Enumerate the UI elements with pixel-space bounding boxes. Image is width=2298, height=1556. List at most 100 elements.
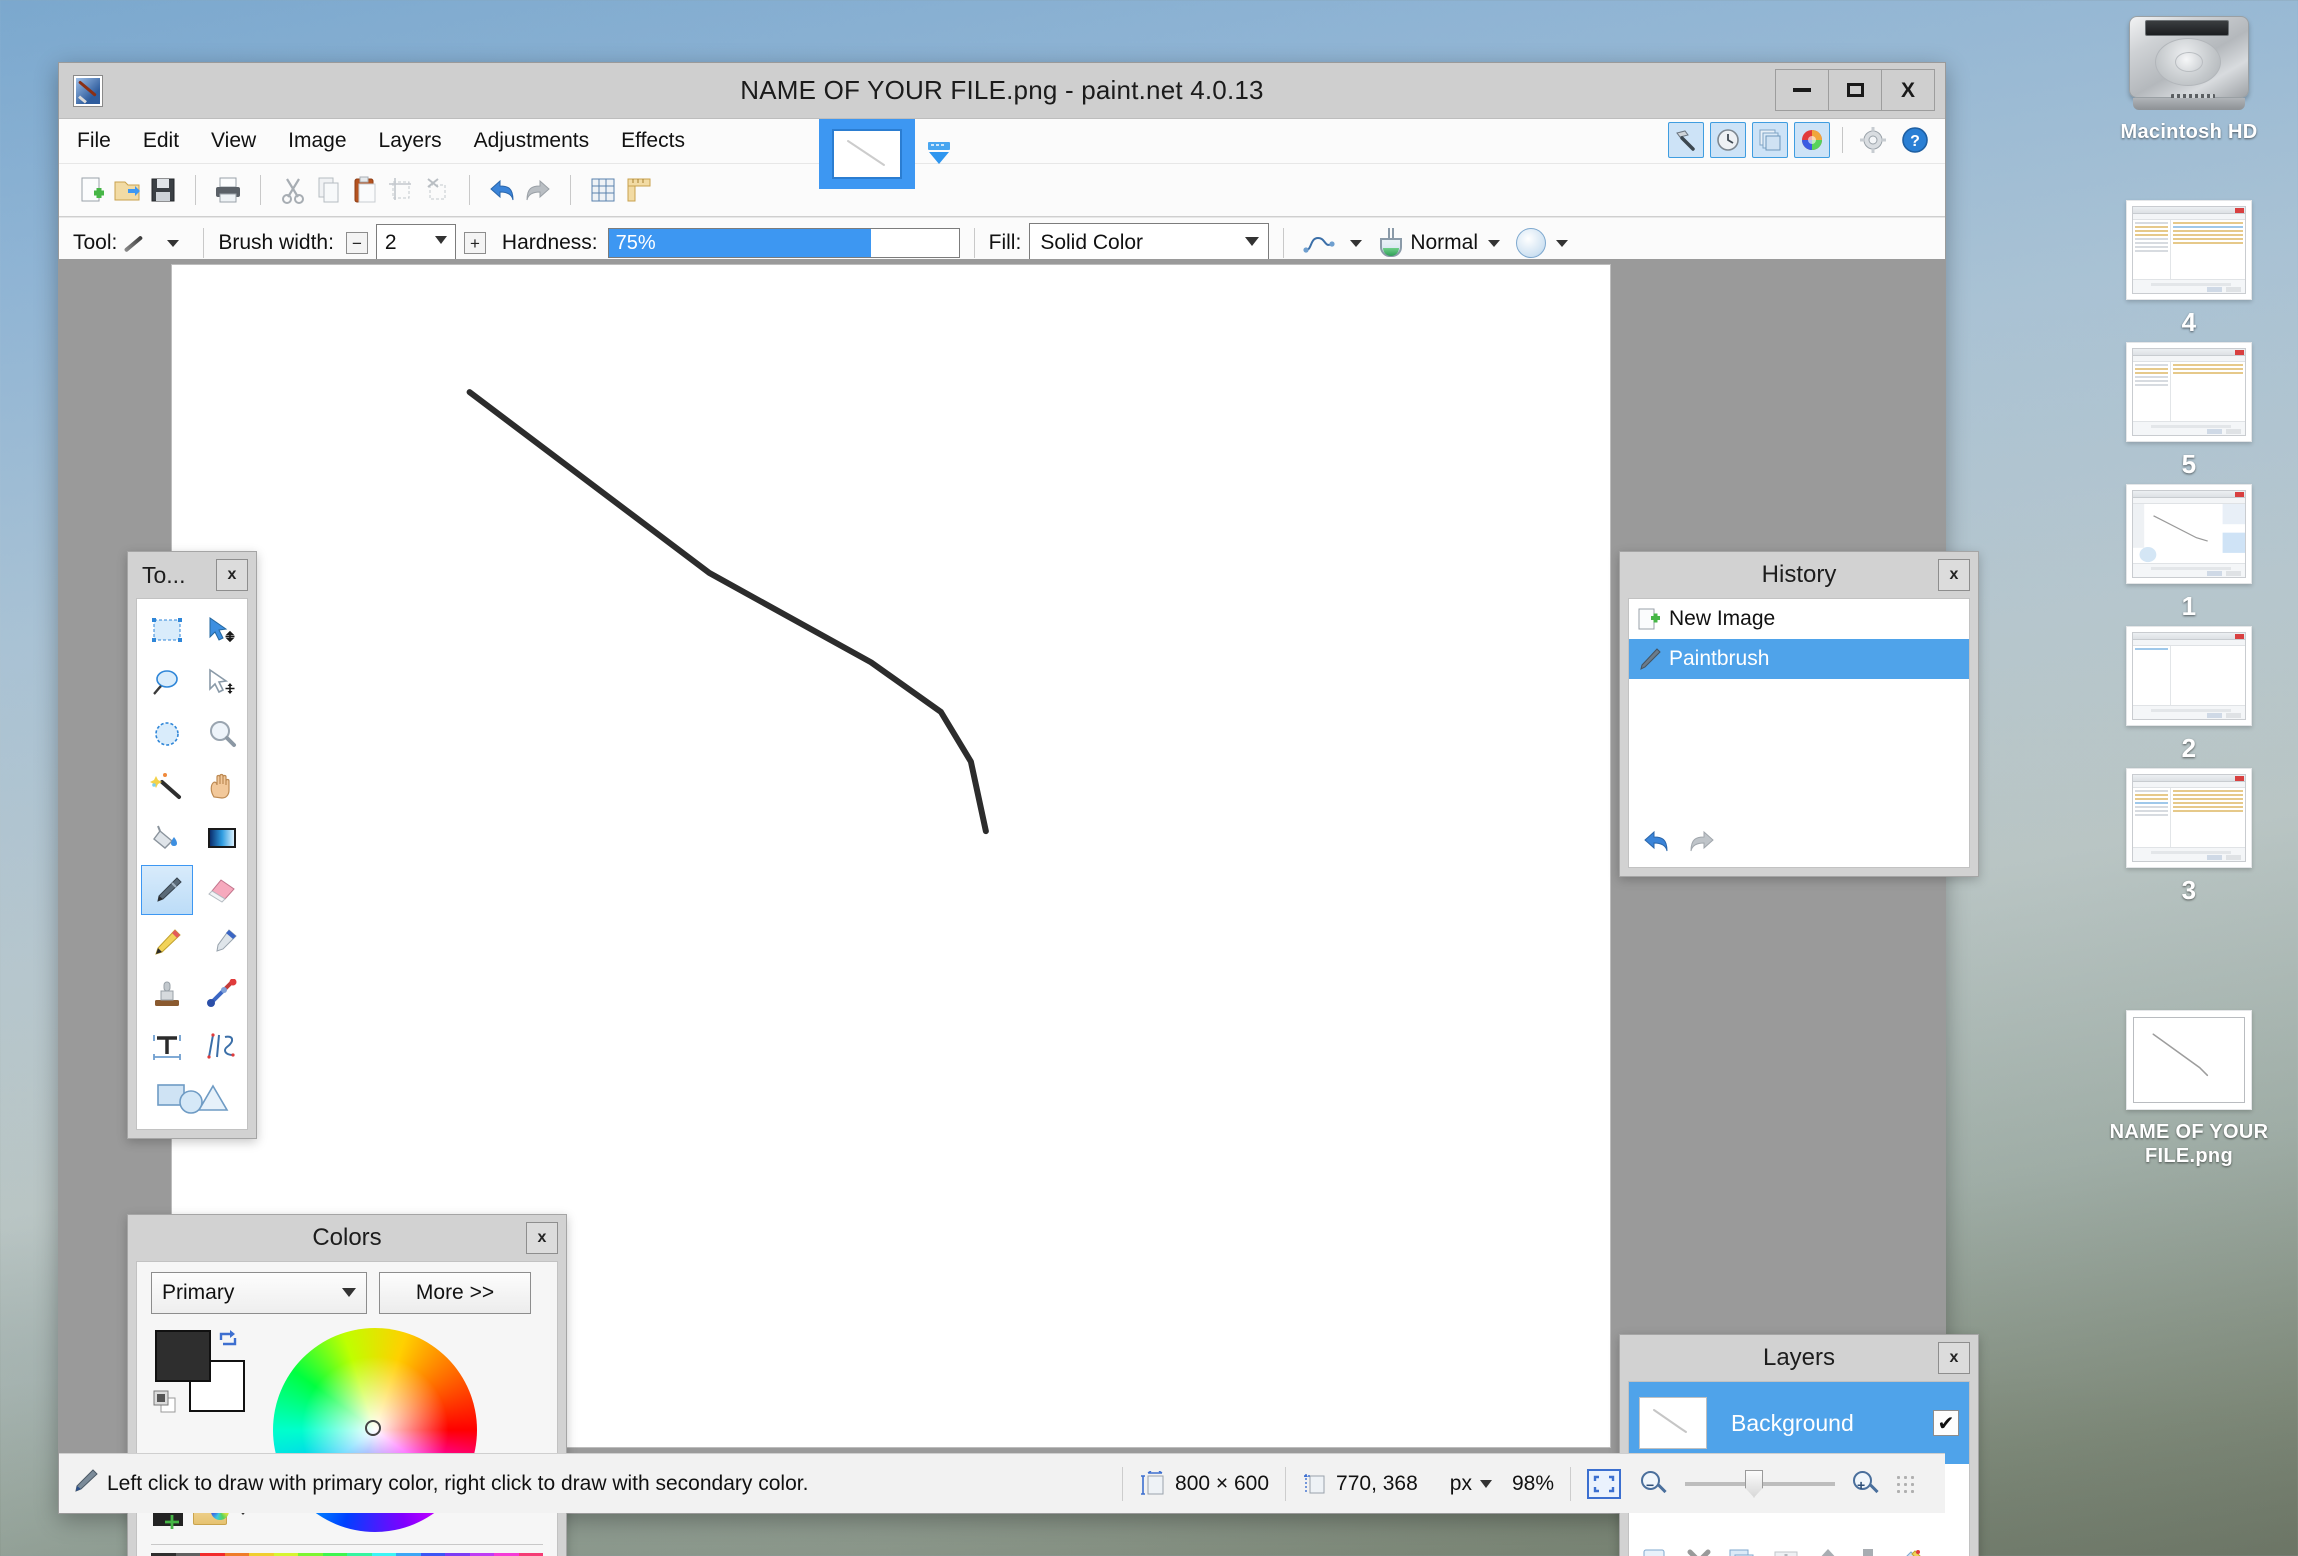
rulers-button[interactable] (621, 172, 657, 208)
crop-button[interactable] (383, 172, 419, 208)
desktop-icon-file-png[interactable]: NAME OF YOUR FILE.png (2080, 1010, 2298, 1168)
line-curve-tool[interactable] (196, 1021, 248, 1071)
zoom-out-button[interactable]: − (1641, 1470, 1667, 1497)
document-tab[interactable] (819, 119, 915, 189)
menu-layers[interactable]: Layers (365, 125, 456, 157)
layer-properties-button[interactable] (1895, 1547, 1925, 1556)
tool-dropdown-caret-icon[interactable] (167, 239, 180, 247)
move-selected-tool[interactable] (196, 605, 248, 655)
duplicate-layer-button[interactable] (1727, 1547, 1757, 1556)
paint-bucket-tool[interactable] (141, 813, 193, 863)
minimize-button[interactable] (1775, 69, 1829, 111)
antialiasing-icon[interactable] (1516, 228, 1546, 258)
brush-width-increase-button[interactable]: + (463, 232, 486, 254)
copy-button[interactable] (311, 172, 347, 208)
blend-mode-dropdown-caret-icon[interactable] (1488, 239, 1500, 247)
rectangle-select-tool[interactable] (141, 605, 193, 655)
document-list-dropdown[interactable] (925, 141, 953, 172)
maximize-button[interactable] (1828, 69, 1882, 111)
tools-panel-close-button[interactable]: x (216, 559, 248, 591)
zoom-slider[interactable] (1685, 1469, 1835, 1498)
menu-effects[interactable]: Effects (607, 125, 699, 157)
move-layer-down-button[interactable] (1855, 1547, 1881, 1556)
menu-adjustments[interactable]: Adjustments (460, 125, 604, 157)
history-panel-title-bar[interactable]: History x (1620, 552, 1978, 598)
more-button[interactable]: More >> (379, 1272, 531, 1314)
history-window-toggle[interactable] (1710, 122, 1746, 158)
pen-style-dropdown-caret-icon[interactable] (1350, 239, 1363, 247)
desktop-icon-5[interactable]: 5 (2080, 342, 2298, 477)
tools-window-toggle[interactable] (1668, 122, 1704, 158)
undo-button[interactable] (484, 172, 520, 208)
move-selection-tool[interactable] (196, 657, 248, 707)
delete-layer-button[interactable] (1685, 1547, 1713, 1556)
merge-layer-down-button[interactable] (1771, 1547, 1801, 1556)
colors-window-toggle[interactable] (1794, 122, 1830, 158)
tools-panel-title-bar[interactable]: To... x (128, 552, 256, 598)
desktop-icon-4[interactable]: 4 (2080, 200, 2298, 335)
move-layer-up-button[interactable] (1815, 1547, 1841, 1556)
undo-button[interactable] (1641, 827, 1673, 860)
menu-view[interactable]: View (197, 125, 270, 157)
menu-file[interactable]: File (63, 125, 125, 157)
deselect-button[interactable] (419, 172, 455, 208)
brush-width-decrease-button[interactable]: − (345, 232, 368, 254)
desktop-icon-macintosh-hd[interactable]: Macintosh HD (2080, 12, 2298, 144)
history-panel-close-button[interactable]: x (1938, 559, 1970, 591)
zoom-in-button[interactable]: + (1853, 1470, 1879, 1497)
primary-color-swatch[interactable] (155, 1330, 211, 1382)
layers-panel-title-bar[interactable]: Layers x (1620, 1335, 1978, 1381)
desktop-icon-2[interactable]: 2 (2080, 626, 2298, 761)
color-picker-tool[interactable] (196, 917, 248, 967)
antialiasing-dropdown-caret-icon[interactable] (1556, 239, 1568, 247)
brush-width-input[interactable]: 2 (375, 224, 456, 262)
fill-select[interactable]: Solid Color (1029, 223, 1270, 263)
text-tool[interactable] (141, 1021, 193, 1071)
new-button[interactable] (73, 172, 109, 208)
recolor-tool[interactable] (196, 969, 248, 1019)
layers-panel-close-button[interactable]: x (1938, 1342, 1970, 1374)
layer-visibility-checkbox[interactable]: ✔ (1933, 1410, 1959, 1436)
print-button[interactable] (210, 172, 246, 208)
desktop-icon-3[interactable]: 3 (2080, 768, 2298, 903)
history-item[interactable]: Paintbrush (1629, 639, 1969, 679)
zoom-tool[interactable] (196, 709, 248, 759)
zoom-slider-thumb[interactable] (1745, 1469, 1763, 1498)
swap-colors-icon[interactable] (217, 1328, 239, 1350)
ellipse-select-tool[interactable] (141, 709, 193, 759)
units-group[interactable]: px 98% (1434, 1467, 1570, 1501)
pen-style-icon[interactable] (1302, 230, 1340, 256)
pencil-tool[interactable] (141, 917, 193, 967)
menu-edit[interactable]: Edit (129, 125, 193, 157)
magic-wand-tool[interactable] (141, 761, 193, 811)
menu-image[interactable]: Image (274, 125, 360, 157)
resize-grip[interactable] (1895, 1473, 1915, 1494)
close-button[interactable]: X (1881, 69, 1935, 111)
clone-stamp-tool[interactable] (141, 969, 193, 1019)
colors-panel-title-bar[interactable]: Colors x (128, 1215, 566, 1261)
pan-tool[interactable] (196, 761, 248, 811)
eraser-tool[interactable] (196, 865, 248, 915)
paste-button[interactable] (347, 172, 383, 208)
paintbrush-tool[interactable] (141, 865, 193, 915)
grid-button[interactable] (585, 172, 621, 208)
shapes-tool[interactable] (141, 1073, 249, 1123)
gradient-tool[interactable] (196, 813, 248, 863)
help-button[interactable]: ? (1897, 122, 1933, 158)
title-bar[interactable]: NAME OF YOUR FILE.png - paint.net 4.0.13… (59, 63, 1945, 119)
cut-button[interactable] (275, 172, 311, 208)
fit-to-window-button[interactable] (1587, 1468, 1621, 1499)
lasso-select-tool[interactable] (141, 657, 193, 707)
history-item[interactable]: New Image (1629, 599, 1969, 639)
add-layer-button[interactable] (1641, 1547, 1671, 1556)
redo-button[interactable] (1685, 827, 1717, 860)
history-list[interactable]: New Image Paintbrush (1629, 599, 1969, 867)
desktop-icon-1[interactable]: 1 (2080, 484, 2298, 619)
redo-button[interactable] (520, 172, 556, 208)
layers-window-toggle[interactable] (1752, 122, 1788, 158)
hardness-slider[interactable]: 75% (607, 228, 960, 258)
color-target-select[interactable]: Primary (151, 1272, 367, 1314)
layer-row[interactable]: Background ✔ (1629, 1382, 1969, 1464)
colors-panel-close-button[interactable]: x (526, 1222, 558, 1254)
open-button[interactable] (109, 172, 145, 208)
